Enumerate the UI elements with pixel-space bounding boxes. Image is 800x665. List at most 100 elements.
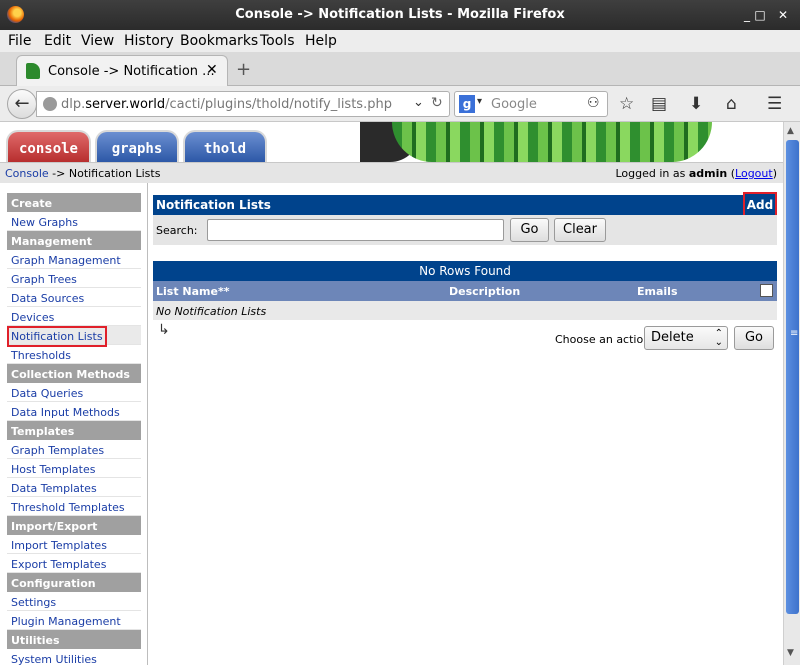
menu-history[interactable]: History [124, 33, 174, 49]
cacti-favicon-icon [26, 63, 40, 79]
menu-section-label: Import/Export [11, 520, 98, 533]
breadcrumb-current: -> Notification Lists [52, 167, 161, 180]
action-go-button[interactable]: Go [734, 326, 774, 350]
menu-item-thresholds[interactable]: Thresholds [7, 345, 141, 364]
back-button[interactable]: ← [7, 89, 37, 119]
tab-console[interactable]: console [6, 130, 91, 162]
tab-label: Console -> Notification ... [48, 64, 215, 79]
menu-item-import-templates[interactable]: Import Templates [7, 535, 141, 554]
browser-tab[interactable]: Console -> Notification ... ✕ [16, 55, 228, 86]
menu-tools[interactable]: Tools [260, 33, 295, 49]
download-icon[interactable]: ⬇ [689, 94, 703, 114]
menu-item-graph-trees[interactable]: Graph Trees [7, 269, 141, 288]
menu-item-settings[interactable]: Settings [7, 592, 141, 611]
menu-item-label: Data Templates [11, 482, 97, 495]
menu-file[interactable]: File [8, 33, 31, 49]
menu-item-data-queries[interactable]: Data Queries [7, 383, 141, 402]
menu-item-data-input-methods[interactable]: Data Input Methods [7, 402, 141, 421]
menu-section-label: Create [11, 197, 53, 210]
menu-item-plugin-management[interactable]: Plugin Management [7, 611, 141, 630]
menu-item-export-templates[interactable]: Export Templates [7, 554, 141, 573]
window-title: Console -> Notification Lists - Mozilla … [235, 7, 565, 22]
empty-row: No Notification Lists [153, 301, 777, 320]
menu-item-label: Import Templates [11, 539, 107, 552]
scroll-down-icon[interactable]: ▼ [787, 648, 794, 658]
search-placeholder: Google [491, 97, 537, 112]
menu-bookmarks[interactable]: Bookmarks [180, 33, 258, 49]
menu-item-label: Data Input Methods [11, 406, 120, 419]
action-arrow-icon: ↳ [158, 322, 170, 338]
menu-item-system-utilities[interactable]: System Utilities [7, 649, 141, 665]
menu-section-label: Collection Methods [11, 368, 130, 381]
menu-item-label: Data Sources [11, 292, 85, 305]
menu-item-devices[interactable]: Devices [7, 307, 141, 326]
menu-item-label: Settings [11, 596, 57, 609]
column-description[interactable]: Description [449, 285, 520, 298]
search-bar[interactable]: g ▾ Google ⚇ [454, 91, 608, 117]
hamburger-menu-icon[interactable]: ☰ [767, 94, 782, 114]
menu-item-notification-lists[interactable]: Notification Lists [7, 326, 141, 347]
login-status: Logged in as admin (Logout) [615, 167, 777, 180]
bookmark-star-icon[interactable]: ☆ [619, 94, 634, 114]
menu-item-label: Thresholds [11, 349, 71, 362]
menu-item-label: Graph Trees [11, 273, 77, 286]
cacti-header: console graphs thold [0, 122, 783, 162]
menu-item-host-templates[interactable]: Host Templates [7, 459, 141, 478]
menu-section-import-export: Import/Export [7, 516, 141, 535]
search-engine-dropdown-icon[interactable]: ▾ [477, 96, 482, 107]
column-emails[interactable]: Emails [637, 285, 678, 298]
menu-view[interactable]: View [81, 33, 114, 49]
scroll-grip-icon: ≡ [790, 328, 799, 339]
breadcrumb-console-link[interactable]: Console [5, 167, 49, 180]
reading-list-icon[interactable]: ▤ [651, 94, 667, 114]
menu-item-label: Graph Templates [11, 444, 105, 457]
close-window-button[interactable]: ✕ [774, 6, 792, 24]
clear-button[interactable]: Clear [554, 218, 606, 242]
action-selected-value: Delete [651, 330, 694, 345]
google-engine-icon[interactable]: g [459, 95, 475, 113]
scroll-up-icon[interactable]: ▲ [787, 126, 794, 136]
reload-icon[interactable]: ↻ [431, 95, 443, 111]
menu-section-templates: Templates [7, 421, 141, 440]
tab-thold[interactable]: thold [183, 130, 267, 162]
menu-item-label: Export Templates [11, 558, 107, 571]
menu-item-threshold-templates[interactable]: Threshold Templates [7, 497, 141, 516]
url-bar[interactable]: dlp.server.world/cacti/plugins/thold/not… [36, 91, 450, 117]
menu-item-label: Plugin Management [11, 615, 121, 628]
tab-graphs[interactable]: graphs [95, 130, 179, 162]
menu-section-label: Management [11, 235, 92, 248]
url-text: dlp.server.world/cacti/plugins/thold/not… [61, 97, 392, 112]
url-history-dropdown-icon[interactable]: ⌄ [413, 95, 424, 110]
menu-item-new-graphs[interactable]: New Graphs [7, 212, 141, 231]
menu-section-label: Utilities [11, 634, 60, 647]
menu-item-graph-management[interactable]: Graph Management [7, 250, 141, 269]
select-all-checkbox[interactable] [760, 284, 773, 297]
logout-link[interactable]: Logout [735, 167, 773, 180]
tab-close-icon[interactable]: ✕ [206, 62, 218, 78]
home-icon[interactable]: ⌂ [726, 94, 737, 114]
menu-item-label: Threshold Templates [11, 501, 125, 514]
menu-help[interactable]: Help [305, 33, 337, 49]
web-page: console graphs thold Console -> Notifica… [0, 122, 783, 665]
menu-item-label: Data Queries [11, 387, 84, 400]
menu-section-label: Configuration [11, 577, 96, 590]
column-list-name[interactable]: List Name** [156, 285, 229, 298]
maximize-button[interactable]: □ [751, 6, 769, 24]
menu-item-data-sources[interactable]: Data Sources [7, 288, 141, 307]
menu-section-label: Templates [11, 425, 75, 438]
menu-item-label: Host Templates [11, 463, 96, 476]
action-label: Choose an action: [555, 333, 654, 346]
menu-item-data-templates[interactable]: Data Templates [7, 478, 141, 497]
new-tab-button[interactable]: + [236, 59, 251, 80]
binoculars-icon[interactable]: ⚇ [587, 95, 600, 111]
go-button[interactable]: Go [510, 218, 549, 242]
page-scrollbar[interactable]: ▲ ≡ ▼ [783, 122, 800, 665]
action-select[interactable]: Delete ⌃ ⌄ [644, 326, 728, 350]
breadcrumb-bar: Console -> Notification Lists Logged in … [0, 162, 783, 183]
menu-item-graph-templates[interactable]: Graph Templates [7, 440, 141, 459]
search-input[interactable] [207, 219, 504, 241]
menu-edit[interactable]: Edit [44, 33, 71, 49]
scroll-thumb[interactable]: ≡ [786, 140, 799, 614]
menu-item-label: New Graphs [11, 216, 78, 229]
menu-bar: File Edit View History Bookmarks Tools H… [0, 30, 800, 52]
